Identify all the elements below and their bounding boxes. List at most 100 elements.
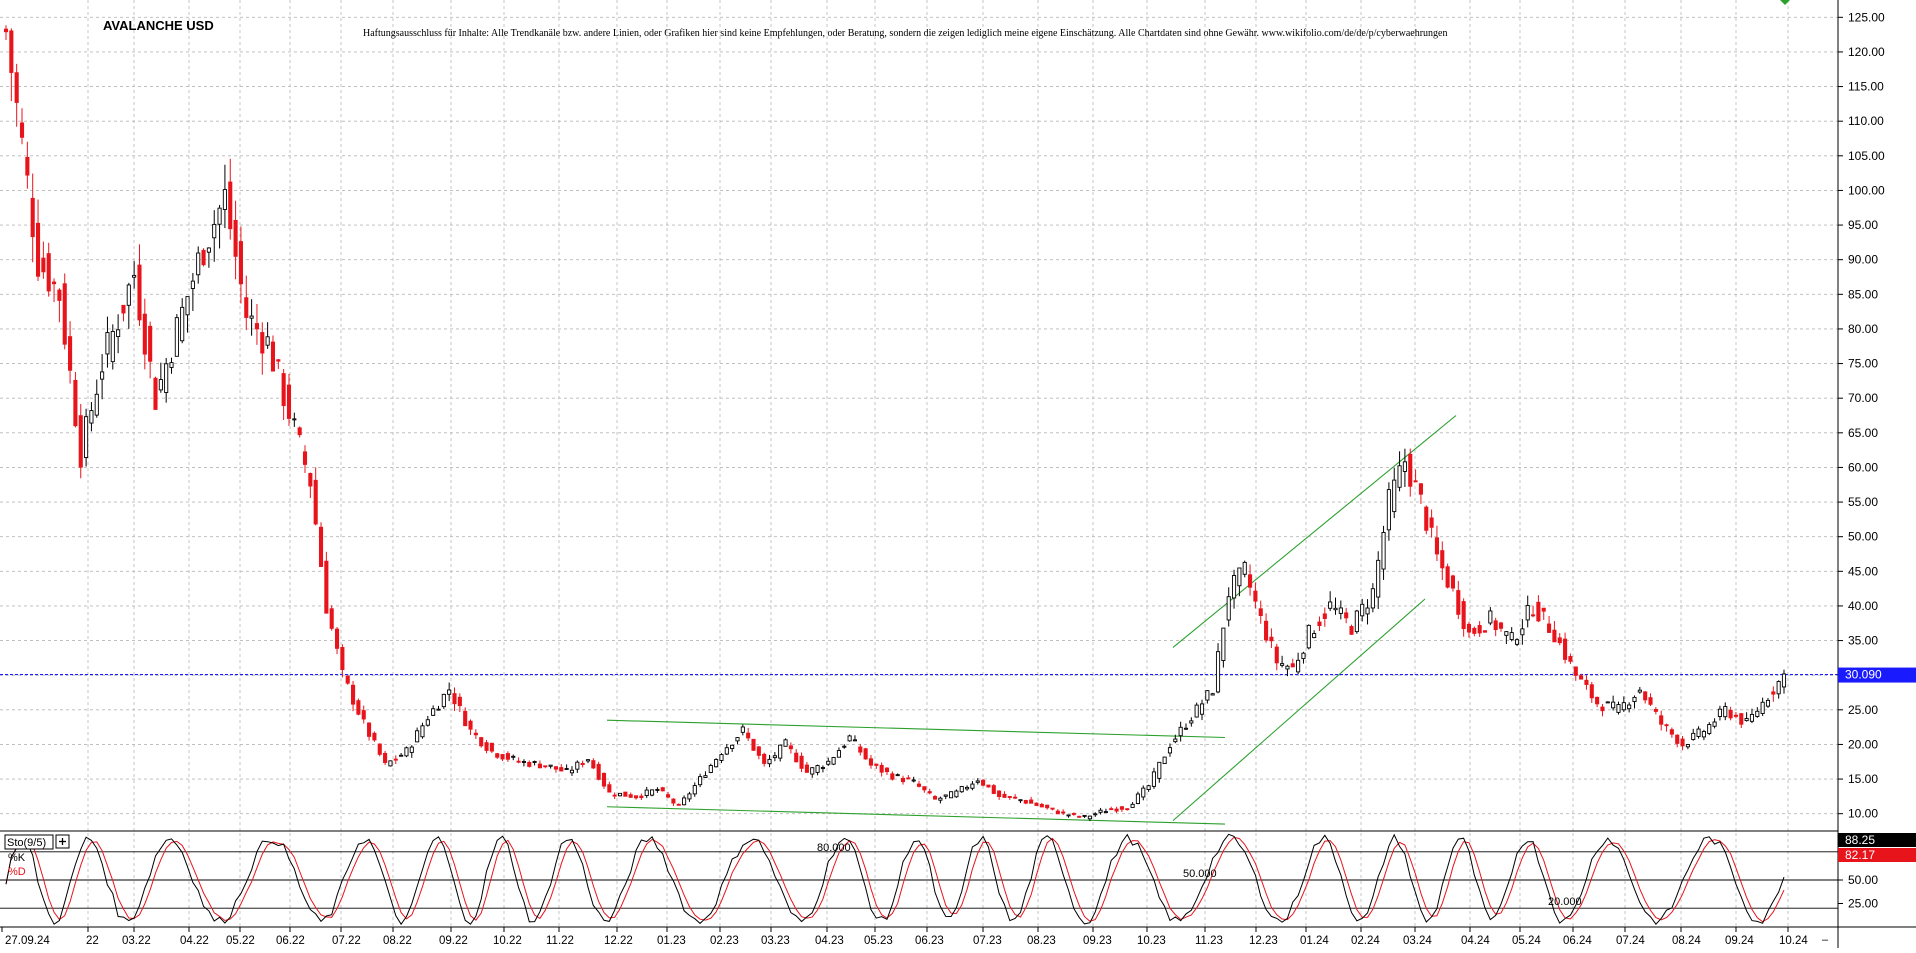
candle-body	[949, 791, 954, 799]
candle-body	[1418, 483, 1423, 495]
candle-body	[1733, 714, 1738, 717]
candle-body	[19, 122, 25, 138]
x-tick-label: 03.24	[1403, 935, 1432, 947]
candle-body	[751, 738, 756, 751]
candle-body	[1712, 721, 1717, 727]
candle-body	[970, 783, 975, 789]
candle-body	[121, 304, 126, 314]
candle-body	[1296, 659, 1301, 673]
candle-body	[1461, 601, 1466, 630]
candle-body	[938, 797, 943, 801]
candle-body	[1317, 621, 1322, 627]
candle-body	[1568, 656, 1573, 662]
candle-body	[1226, 596, 1231, 621]
candle-body	[858, 746, 863, 753]
candle-body	[233, 219, 238, 257]
candle-body	[308, 473, 313, 487]
candle-body	[959, 786, 964, 793]
candle-body	[804, 764, 809, 773]
candle-body	[1354, 610, 1359, 633]
candle-body	[1653, 708, 1658, 712]
x-tick-label: 06.22	[276, 935, 305, 947]
candle-body	[633, 795, 639, 799]
candle-body	[1386, 489, 1391, 531]
candle-body	[1776, 681, 1781, 695]
candle-body	[495, 753, 500, 758]
candle-body	[1109, 808, 1114, 811]
candle-body	[1221, 627, 1226, 661]
y-tick-label: 95.00	[1848, 218, 1878, 232]
candle-body	[596, 763, 601, 780]
candle-body	[1066, 814, 1071, 817]
y-tick-label: 25.00	[1848, 703, 1878, 717]
candle-body	[617, 792, 623, 797]
candle-body	[1498, 622, 1504, 629]
candle-body	[254, 323, 259, 330]
candle-body	[623, 791, 628, 797]
candle-body	[730, 744, 735, 750]
x-tick-label: 01.23	[657, 935, 686, 947]
price-chart[interactable]: AVALANCHE USD Haftungsausschluss für Inh…	[0, 0, 1916, 948]
candle-body	[650, 789, 655, 796]
candle-body	[1493, 620, 1498, 631]
candle-body	[110, 331, 115, 363]
candle-body	[1450, 575, 1456, 589]
candle-body	[196, 252, 201, 276]
candle-body	[820, 767, 825, 769]
candle-body	[927, 791, 932, 794]
candle-body	[500, 754, 505, 760]
candle-body	[212, 223, 217, 239]
candle-body	[1093, 813, 1098, 816]
candle-body	[1563, 638, 1568, 660]
candle-body	[420, 725, 425, 738]
candle-body	[932, 796, 938, 800]
candle-body	[399, 754, 404, 757]
candle-body	[794, 752, 799, 763]
candle-body	[1669, 729, 1674, 735]
scroll-left-icon[interactable]: –	[1822, 934, 1829, 946]
candle-body	[1413, 480, 1418, 483]
candle-body	[1434, 537, 1439, 555]
candle-body	[228, 181, 233, 230]
candle-body	[329, 608, 334, 629]
candle-body	[1237, 567, 1242, 587]
candle-body	[1119, 806, 1124, 810]
candle-body	[1707, 724, 1712, 734]
candle-body	[100, 371, 105, 380]
candle-body	[1071, 813, 1076, 815]
k-legend: %K	[8, 852, 26, 864]
candle-body	[836, 750, 841, 758]
x-tick-label: 10.22	[493, 935, 522, 947]
candle-body	[1301, 652, 1306, 660]
candle-body	[810, 767, 815, 775]
y-tick-label: 10.00	[1848, 807, 1878, 821]
x-tick-label: 06.23	[915, 935, 944, 947]
x-tick-label: 05.23	[864, 935, 893, 947]
x-tick-label: 04.22	[180, 935, 209, 947]
candle-body	[238, 241, 243, 285]
candle-body	[1429, 517, 1434, 528]
candle-body	[569, 769, 575, 774]
candle-body	[1157, 761, 1162, 779]
candle-body	[94, 393, 99, 416]
candle-body	[292, 418, 297, 421]
candle-body	[457, 696, 462, 707]
candle-body	[1189, 720, 1194, 724]
y-tick-label: 115.00	[1848, 80, 1884, 94]
level-20-label: 20.000	[1548, 896, 1582, 908]
candle-body	[222, 189, 227, 210]
candle-body	[1312, 633, 1317, 639]
candle-body	[260, 332, 265, 354]
candle-body	[981, 779, 986, 786]
x-tick-label: 06.24	[1563, 935, 1592, 947]
candle-body	[671, 798, 676, 804]
x-tick-label: 05.24	[1512, 935, 1541, 947]
candle-body	[324, 560, 329, 614]
candle-body	[1701, 731, 1706, 738]
candle-body	[1162, 756, 1167, 765]
y-tick-label: 75.00	[1848, 357, 1878, 371]
candle-body	[52, 281, 57, 285]
candle-body	[1749, 714, 1755, 722]
candle-body	[735, 737, 740, 742]
candle-body	[1306, 624, 1311, 649]
